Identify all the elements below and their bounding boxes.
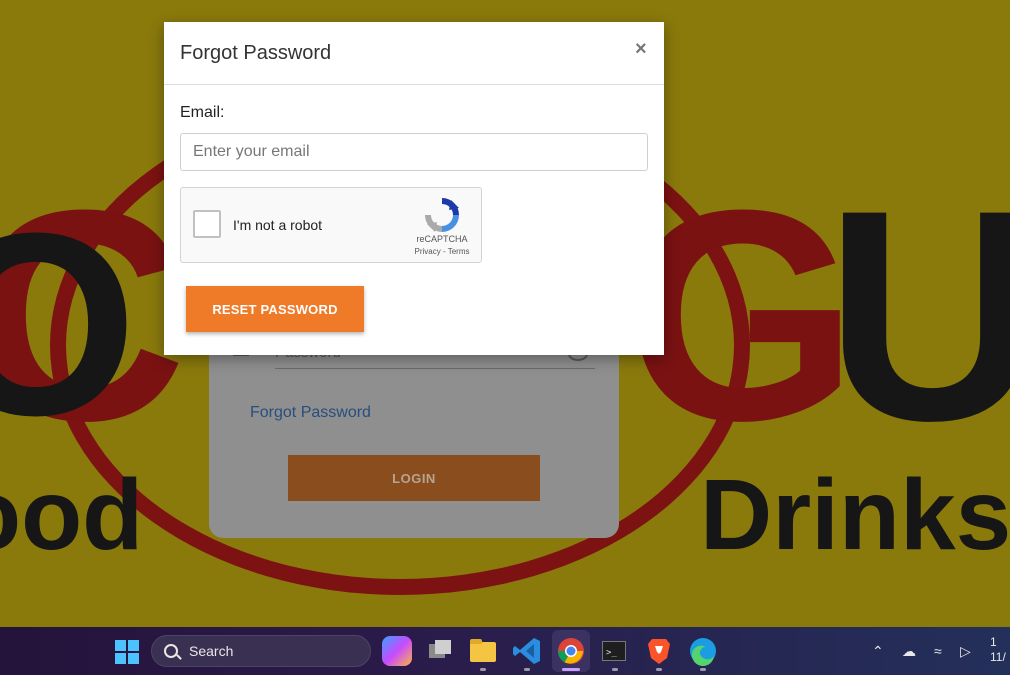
close-icon[interactable]: × xyxy=(635,38,647,61)
clock[interactable]: 1 11/ xyxy=(990,635,1006,665)
recaptcha-brand: reCAPTCHA xyxy=(416,234,468,244)
search-label: Search xyxy=(189,643,234,659)
reset-password-button[interactable]: RESET PASSWORD xyxy=(186,286,364,332)
file-explorer-icon[interactable] xyxy=(468,636,498,666)
recaptcha-links[interactable]: Privacy - Terms xyxy=(407,247,477,256)
edge-icon[interactable] xyxy=(688,636,718,667)
forgot-password-link[interactable]: Forgot Password xyxy=(250,404,371,422)
volume-muted-icon[interactable]: ▷ xyxy=(960,643,971,660)
recaptcha-logo-icon xyxy=(425,198,459,232)
copilot-icon[interactable] xyxy=(382,636,412,666)
chevron-up-icon[interactable]: ⌃ xyxy=(872,643,884,660)
recaptcha-label: I'm not a robot xyxy=(233,217,323,233)
task-view-icon[interactable] xyxy=(425,636,455,666)
taskbar-search[interactable]: Search xyxy=(151,635,371,667)
modal-title: Forgot Password xyxy=(180,42,332,64)
vscode-icon[interactable] xyxy=(512,636,542,666)
logo-text-drinks: Drinks xyxy=(700,459,1010,571)
search-icon xyxy=(164,644,178,658)
terminal-icon[interactable]: >_ xyxy=(599,636,629,666)
forgot-password-modal: Forgot Password × Email: I'm not a robot… xyxy=(164,22,664,355)
clock-date: 11/ xyxy=(990,650,1006,664)
logo-letter-left: O xyxy=(0,180,138,470)
app-running-indicator xyxy=(656,668,662,671)
modal-header: Forgot Password × xyxy=(164,22,664,85)
active-app-indicator xyxy=(562,668,580,671)
app-running-indicator xyxy=(524,668,530,671)
email-label: Email: xyxy=(180,104,225,121)
brave-icon[interactable] xyxy=(644,636,674,666)
recaptcha-checkbox[interactable] xyxy=(193,210,221,238)
app-running-indicator xyxy=(480,668,486,671)
logo-letter-u: U xyxy=(825,147,1010,483)
recaptcha-widget: I'm not a robot reCAPTCHA Privacy - Term… xyxy=(180,187,482,263)
login-button[interactable]: LOGIN xyxy=(288,455,540,501)
cloud-offline-icon[interactable]: ☁ xyxy=(902,643,916,660)
email-input[interactable] xyxy=(180,133,648,171)
chrome-icon[interactable] xyxy=(556,636,586,666)
taskbar: Search >_ ⌃ ☁ ≈ ▷ 1 11/ xyxy=(0,627,1010,675)
windows-start-icon[interactable] xyxy=(115,640,139,664)
wifi-icon[interactable]: ≈ xyxy=(934,643,942,659)
logo-text-food: ood xyxy=(0,459,144,571)
password-underline xyxy=(275,368,595,369)
clock-time: 1 xyxy=(990,635,997,649)
app-running-indicator xyxy=(612,668,618,671)
app-running-indicator xyxy=(700,668,706,671)
